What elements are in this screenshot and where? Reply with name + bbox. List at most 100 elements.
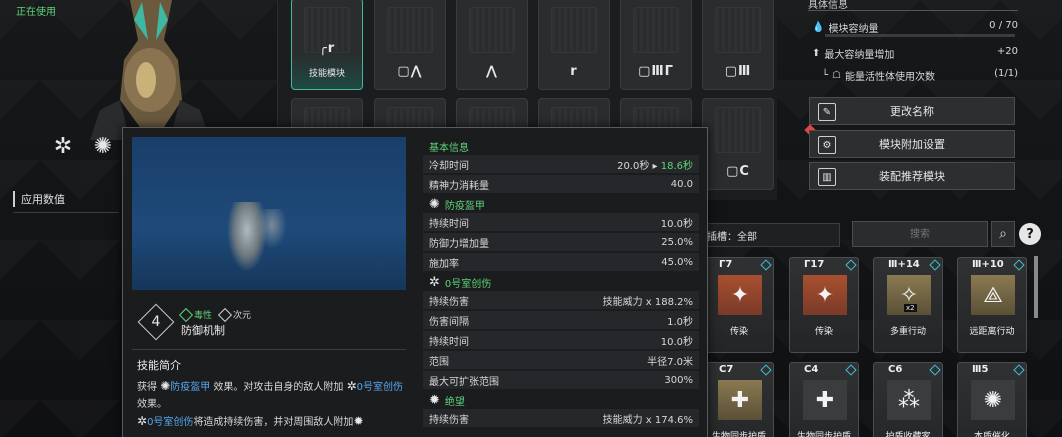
rarity-icon [929,364,941,376]
module-card[interactable]: Γ7 ✦ 传染 [704,257,774,353]
module-slot[interactable]: ⋀ [456,0,528,90]
stat-label: 范围 [429,356,449,368]
module-art-icon: ✺ [971,380,1015,420]
card-cost: C6 [888,364,903,375]
wound-icon: ✲ [346,379,357,393]
multiplier-badge: x2 [904,304,917,312]
module-slot[interactable]: ▢ⅢΓ [620,0,692,90]
slot-chip [715,107,761,153]
character-portrait [90,0,210,140]
stat-label: 伤害间隔 [429,316,469,328]
module-art-icon: ✦ [803,275,847,315]
energy-label: 能量活性体使用次数 [845,72,935,83]
rename-button[interactable]: ✎ 更改名称 [809,97,1015,125]
skill-description: 获得 ✺防疫盔甲 效果。对攻击自身的敌人附加 ✲0号室创伤 效果。 ✲0号室创伤… [137,378,407,431]
drop-icon: 💧 [812,22,825,33]
rarity-icon [1013,259,1025,271]
help-button[interactable]: ? [1019,223,1041,245]
capacity-value: 0 / 70 [989,20,1018,31]
stat-value: 20.0秒 ▸ [617,160,661,172]
recommend-button-label: 装配推荐模块 [879,170,945,183]
energy-row: └ ☖ 能量活性体使用次数 (1/1) [822,68,1018,83]
desc-link-wound: 0号室创伤 [356,382,404,393]
card-name: 传染 [814,327,833,337]
card-cost: C4 [804,364,819,375]
edit-icon: ✎ [818,103,836,121]
stat-row: 持续时间 10.0秒 [423,331,699,349]
slot-chip [551,7,597,53]
search-button[interactable]: ⌕ [991,221,1015,247]
module-tags: 毒性 次元 [178,307,251,322]
dimension-icon [217,307,233,322]
slot-mark: ▢C [726,164,750,179]
stat-value: 40.0 [670,178,693,190]
toxin-skill-icon[interactable]: ✲ [48,130,78,162]
desc-link-wound: 0号室创伤 [147,417,194,428]
stats-panel: 基本信息 冷却时间 20.0秒 ▸ 18.6秒 精神力消耗量 40.0 ✺ 防疫盔甲 … [423,137,699,429]
stat-value: 技能威力 x 188.2% [602,296,693,308]
wound-icon: ✲ [137,414,148,428]
toxic-tag: 毒性 [178,307,213,322]
armor-icon: ✺ [429,196,440,212]
skill-module-slot[interactable]: ╭r 技能模块 [291,0,363,90]
card-name: 传染 [729,327,748,337]
module-card[interactable]: C7 ✚ 生物同步护盾 [704,362,774,437]
lamp-icon: ☖ [832,70,841,81]
stat-label: 持续时间 [429,218,469,230]
stat-label: 持续时间 [429,336,469,348]
card-list-scrollbar[interactable] [1034,256,1038,318]
card-name: 生物同步护盾 [711,432,766,437]
stat-row: 伤害间隔 1.0秒 [423,311,699,329]
skill-preview-video [132,137,406,290]
addon-settings-button[interactable]: ⚙ 模块附加设置 [809,130,1015,158]
preview-character-shadow [257,209,287,249]
search-input[interactable] [852,221,988,247]
rarity-icon [845,364,857,376]
stat-value: 45.0% [661,256,693,268]
card-name: 生物同步护盾 [796,432,851,437]
slot-chip [633,7,679,53]
module-card[interactable]: Ⅲ5 ✺ 本质催化 [957,362,1027,437]
bars-icon: ▥ [818,168,836,186]
module-slot[interactable]: r [538,0,610,90]
section-title: 基本信息 [429,142,469,154]
stat-label: 最大可扩张范围 [429,376,499,388]
toxic-tag-label: 毒性 [194,311,213,321]
stat-label: 精神力消耗量 [429,180,489,192]
section-title: 防疫盔甲 [444,200,485,212]
desc-text: 效果。 [137,399,167,410]
recommend-modules-button[interactable]: ▥ 装配推荐模块 [809,162,1015,190]
module-card[interactable]: C4 ✚ 生物同步护盾 [789,362,859,437]
stat-value: 10.0秒 [660,336,693,348]
slot-mark: r [570,64,578,79]
spike-skill-icon[interactable]: ✺ [88,130,118,162]
module-card[interactable]: Ⅲ+14 ✧ x2 多重行动 [873,257,943,353]
slot-filter-dropdown[interactable]: 插槽：全部 [700,223,840,247]
despair-icon: ✹ [353,414,364,428]
drop-plus-icon: ⬆ [812,48,821,59]
module-slot[interactable]: ▢⋀ [374,0,446,90]
card-name: 本质催化 [973,432,1010,437]
module-card[interactable]: C6 ⁂ 护盾收藏家 [873,362,943,437]
capacity-label: 模块容纳量 [828,24,879,35]
module-name: 防御机制 [181,324,225,337]
module-card[interactable]: Ⅲ+10 ⟁ 远距离行动 [957,257,1027,353]
slot-mark: ▢ⅢΓ [638,64,674,79]
module-art-icon: ⟁ [971,275,1015,315]
max-capacity-row: ⬆ 最大容纳量增加 +20 [812,46,1018,61]
capacity-row: 💧 模块容纳量 0 / 70 [812,20,1018,35]
stat-value: 10.0秒 [660,218,693,230]
stat-row: 范围 半径7.0米 [423,351,699,369]
max-increase-label: 最大容纳量增加 [824,50,895,61]
module-slot[interactable]: ▢Ⅲ [702,0,774,90]
stat-row: 施加率 45.0% [423,253,699,271]
rarity-icon [760,259,772,271]
module-card[interactable]: Γ17 ✦ 传染 [789,257,859,353]
section-wound: ✲ 0号室创伤 [423,273,699,291]
module-rank: 4 [151,314,161,330]
branch-icon: └ [822,70,829,81]
stat-row: 最大可扩张范围 300% [423,371,699,389]
section-despair: ✹ 绝望 [423,391,699,409]
slot-mark: ▢⋀ [397,64,423,79]
module-slot[interactable]: ▢C [702,98,774,190]
